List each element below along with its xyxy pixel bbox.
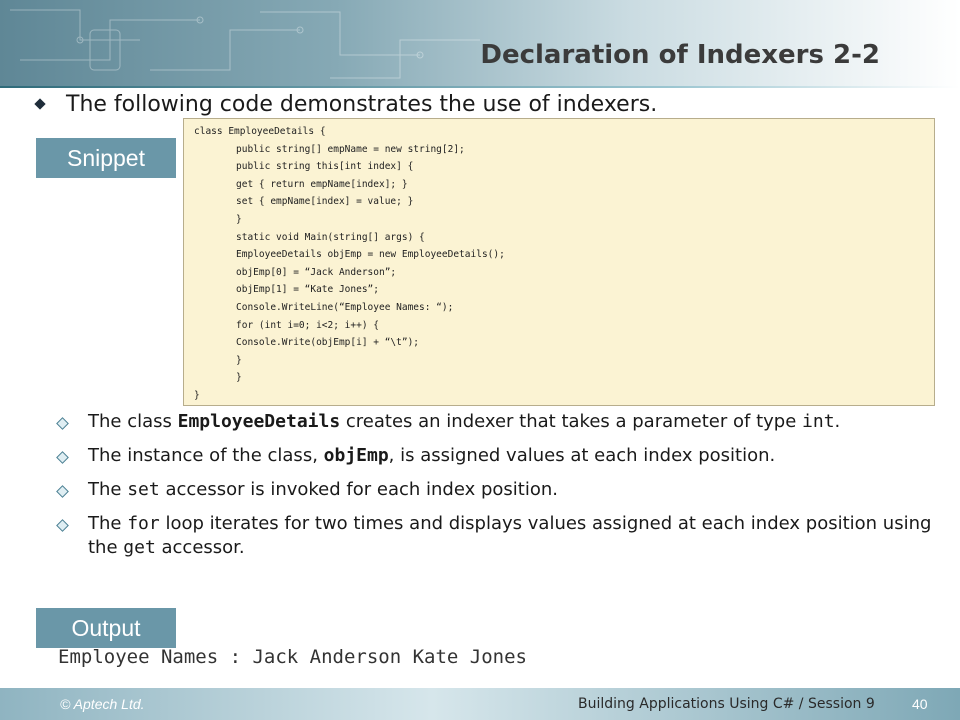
explanation-bullet: The class EmployeeDetails creates an ind…: [56, 410, 946, 434]
footer-bar: © Aptech Ltd. Building Applications Usin…: [0, 688, 960, 720]
intro-bullet: The following code demonstrates the use …: [34, 88, 658, 120]
circuit-pattern-icon: [10, 9, 480, 79]
diamond-subbullet-icon: [56, 417, 69, 430]
diamond-subbullet-icon: [56, 485, 69, 498]
code-line: }: [236, 213, 242, 225]
code-line: }: [236, 354, 242, 366]
output-text: Employee Names : Jack Anderson Kate Jone…: [58, 646, 527, 668]
snippet-label: Snippet: [36, 138, 176, 178]
bullet-text: creates an indexer that takes a paramete…: [340, 411, 803, 432]
code-line: EmployeeDetails objEmp = new EmployeeDet…: [236, 249, 505, 261]
code-line: get { return empName[index]; }: [236, 178, 408, 190]
bullet-text: The: [88, 479, 128, 500]
diamond-subbullet-icon: [56, 519, 69, 532]
code-line: static void Main(string[] args) {: [236, 231, 425, 243]
code-line: set { empName[index] = value; }: [236, 196, 414, 208]
code-line: public string[] empName = new string[2];: [236, 143, 465, 155]
code-line: }: [236, 372, 242, 384]
header-band: Declaration of Indexers 2-2: [0, 0, 960, 88]
explanation-bullet: The for loop iterates for two times and …: [56, 512, 946, 560]
explanation-list: The class EmployeeDetails creates an ind…: [56, 410, 946, 570]
bullet-text: accessor.: [155, 537, 245, 558]
code-line: objEmp[1] = “Kate Jones”;: [236, 284, 379, 296]
inline-code: set: [127, 479, 160, 500]
footer-copyright: © Aptech Ltd.: [60, 696, 145, 712]
inline-code: int: [802, 411, 835, 432]
bullet-text: accessor is invoked for each index posit…: [159, 479, 558, 500]
diamond-bullet-icon: [34, 98, 46, 110]
diamond-subbullet-icon: [56, 451, 69, 464]
page-number: 40: [912, 696, 928, 712]
explanation-bullet: The set accessor is invoked for each ind…: [56, 478, 946, 502]
footer-course: Building Applications Using C# / Session…: [578, 696, 875, 712]
code-line: Console.WriteLine(“Employee Names: “);: [236, 301, 454, 313]
intro-text: The following code demonstrates the use …: [66, 91, 658, 117]
code-line: for (int i=0; i<2; i++) {: [236, 319, 379, 331]
inline-code: objEmp: [323, 445, 389, 466]
code-snippet: class EmployeeDetails { public string[] e…: [183, 118, 935, 406]
code-line: public string this[int index] {: [236, 161, 414, 173]
code-line: objEmp[0] = “Jack Anderson”;: [236, 266, 397, 278]
code-line: }: [194, 389, 200, 401]
code-line: Console.Write(objEmp[i] + “\t”);: [236, 337, 420, 349]
bullet-text: The class: [88, 411, 178, 432]
explanation-bullet: The instance of the class, objEmp, is as…: [56, 444, 946, 468]
bullet-text: .: [834, 411, 841, 432]
bullet-text: , is assigned values at each index posit…: [388, 445, 776, 466]
inline-code: for: [127, 513, 160, 534]
output-label: Output: [36, 608, 176, 648]
bullet-text: The instance of the class,: [88, 445, 324, 466]
inline-code: EmployeeDetails: [177, 411, 341, 432]
slide-title: Declaration of Indexers 2-2: [480, 40, 880, 70]
code-line: class EmployeeDetails {: [194, 126, 326, 137]
inline-code: get: [123, 537, 156, 558]
bullet-text: The: [88, 513, 128, 534]
